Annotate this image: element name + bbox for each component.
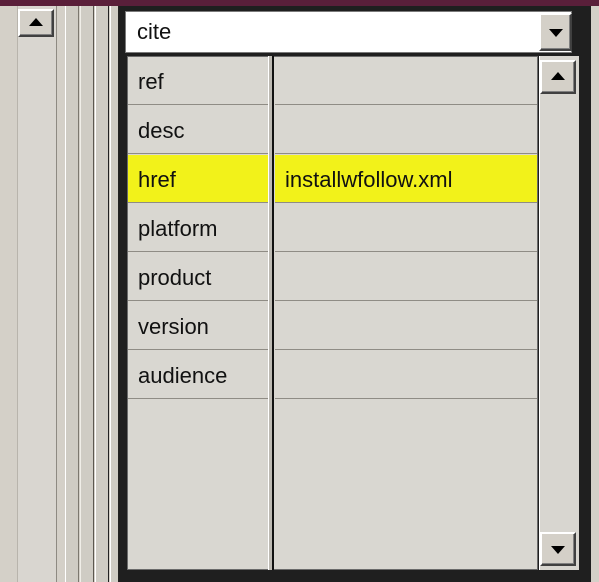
- attribute-name: ref: [128, 57, 268, 105]
- attribute-value-field[interactable]: [275, 351, 537, 399]
- attribute-value-field[interactable]: [275, 204, 537, 252]
- attribute-row-version[interactable]: version: [128, 302, 537, 351]
- grid-scrollbar[interactable]: [539, 56, 579, 570]
- grid-scroll-down-button[interactable]: [540, 532, 576, 566]
- arrow-down-icon: [551, 546, 565, 554]
- attribute-row-platform[interactable]: platform: [128, 204, 537, 253]
- chevron-down-icon: [548, 29, 563, 37]
- attribute-name: desc: [128, 106, 268, 154]
- splitter-rail[interactable]: [65, 6, 79, 582]
- attribute-name: product: [128, 253, 268, 301]
- element-select-dropdown-button[interactable]: [539, 13, 572, 51]
- attribute-value-field[interactable]: [275, 106, 537, 154]
- arrow-up-icon: [29, 18, 43, 26]
- splitter-rail[interactable]: [110, 6, 119, 582]
- window-background: [591, 6, 599, 582]
- attribute-row-href[interactable]: href installwfollow.xml: [128, 155, 537, 204]
- element-select-value: cite: [137, 19, 172, 44]
- attribute-value-field[interactable]: [275, 57, 537, 105]
- attribute-row-audience[interactable]: audience: [128, 351, 537, 400]
- splitter-rail[interactable]: [80, 6, 94, 582]
- attribute-name: version: [128, 302, 268, 350]
- attribute-value-field[interactable]: [275, 302, 537, 350]
- attribute-name: href: [128, 155, 268, 203]
- attribute-row-product[interactable]: product: [128, 253, 537, 302]
- attribute-name: platform: [128, 204, 268, 252]
- attribute-row-ref[interactable]: ref: [128, 57, 537, 106]
- panel-border: [119, 570, 591, 582]
- left-scroll-up-button[interactable]: [18, 9, 54, 37]
- left-scrollbar[interactable]: [17, 6, 57, 582]
- attribute-name: audience: [128, 351, 268, 399]
- splitter-rail[interactable]: [95, 6, 109, 582]
- attribute-value-field[interactable]: installwfollow.xml: [275, 155, 537, 203]
- column-splitter[interactable]: [268, 56, 274, 570]
- panel-border: [580, 6, 591, 582]
- arrow-up-icon: [551, 72, 565, 80]
- grid-scroll-up-button[interactable]: [540, 60, 576, 94]
- attribute-value-field[interactable]: [275, 253, 537, 301]
- attribute-row-desc[interactable]: desc: [128, 106, 537, 155]
